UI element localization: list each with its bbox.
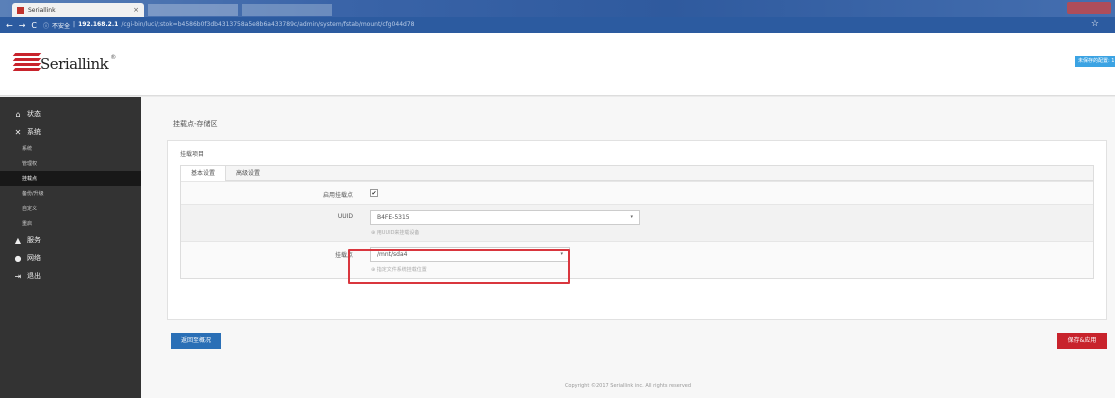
sidebar-item-label: 系统 — [27, 128, 41, 136]
sidebar-subitem-reboot[interactable]: 重启 — [0, 216, 141, 231]
footer-copyright: Copyright ©2017 Seriallink inc. All righ… — [564, 383, 692, 389]
browser-tab-inactive[interactable] — [242, 4, 332, 16]
tab-title: Seriallink — [28, 6, 56, 14]
page-title: 挂载点-存储区 — [173, 120, 218, 128]
logo: Seriallink ® — [12, 51, 117, 73]
form-row-uuid: UUID B4FE-5315 ▾ ⊕ 用UUID来挂载设备 — [181, 204, 1093, 241]
sidebar-item-status[interactable]: ⌂ 状态 — [0, 105, 141, 123]
sidebar-item-label: 服务 — [27, 236, 41, 244]
network-icon: ● — [14, 253, 22, 263]
sidebar-subitem-admin[interactable]: 管理权 — [0, 156, 141, 171]
uuid-select[interactable]: B4FE-5315 ▾ — [370, 210, 640, 225]
tools-icon: ✕ — [14, 127, 22, 137]
back-icon[interactable]: ← — [6, 21, 13, 30]
sidebar-item-label: 退出 — [27, 272, 41, 280]
sidebar-item-network[interactable]: ● 网络 — [0, 249, 141, 267]
sidebar-item-services[interactable]: ▲ 服务 — [0, 231, 141, 249]
enable-label: 启用挂载点 — [322, 192, 353, 199]
window-controls[interactable] — [1067, 2, 1111, 14]
sidebar-item-logout[interactable]: ⇥ 退出 — [0, 267, 141, 285]
mount-panel: 挂载项目 基本设置 高级设置 启用挂载点 ✔ UUID B4FE-5315 ▾ … — [167, 140, 1107, 320]
browser-tab[interactable]: Seriallink × — [12, 3, 144, 17]
uuid-hint: ⊕ 用UUID来挂载设备 — [371, 230, 420, 236]
settings-form: 启用挂载点 ✔ UUID B4FE-5315 ▾ ⊕ 用UUID来挂载设备 挂载… — [180, 181, 1094, 279]
info-icon[interactable]: ⓘ — [43, 21, 49, 30]
url-path: /cgi-bin/luci/;stok=b4586b0f3db4313758a5… — [121, 20, 415, 28]
sidebar-subitem-custom[interactable]: 自定义 — [0, 201, 141, 216]
form-row-enable: 启用挂载点 ✔ — [181, 181, 1093, 204]
sidebar: ⌂ 状态 ✕ 系统 系统 管理权 挂载点 备份/升级 自定义 重启 ▲ 服务 ●… — [0, 97, 141, 398]
logout-icon: ⇥ — [14, 271, 22, 281]
favicon-icon — [17, 6, 24, 14]
sidebar-item-label: 网络 — [27, 254, 41, 262]
sidebar-item-system[interactable]: ✕ 系统 — [0, 123, 141, 141]
address-bar: ← → C ⓘ 不安全 | 192.168.2.1/cgi-bin/luci/;… — [0, 17, 1115, 33]
url-field[interactable]: ⓘ 不安全 | 192.168.2.1/cgi-bin/luci/;stok=b… — [43, 21, 414, 30]
header: Seriallink ® 未保存的配置: 1 — [0, 33, 1115, 96]
logo-mark-icon — [12, 51, 42, 73]
back-to-overview-button[interactable]: 返回至概况 — [171, 333, 221, 349]
save-apply-button[interactable]: 保存&应用 — [1057, 333, 1107, 349]
unsaved-changes-badge[interactable]: 未保存的配置: 1 — [1075, 56, 1115, 67]
reload-icon[interactable]: C — [31, 21, 37, 30]
url-host: 192.168.2.1 — [78, 20, 119, 28]
sidebar-subitem-backup[interactable]: 备份/升级 — [0, 186, 141, 201]
tab-advanced-settings[interactable]: 高级设置 — [226, 166, 270, 181]
main-content: 挂载点-存储区 挂载项目 基本设置 高级设置 启用挂载点 ✔ UUID B4FE… — [141, 97, 1115, 398]
sidebar-subitem-mount[interactable]: 挂载点 — [0, 171, 141, 186]
logo-text: Seriallink — [40, 55, 109, 73]
browser-tab-inactive[interactable] — [148, 4, 238, 16]
sidebar-subitem-system[interactable]: 系统 — [0, 141, 141, 156]
tab-bar: 基本设置 高级设置 — [180, 165, 1094, 181]
url-separator: | — [73, 20, 76, 28]
insecure-label: 不安全 — [52, 22, 71, 30]
bookmark-star-icon[interactable]: ☆ — [1091, 19, 1099, 29]
section-title: 挂载项目 — [180, 151, 205, 158]
form-row-mount: 挂载点 /mnt/sda4 ▾ ⊕ 指定文件系统挂载位置 — [181, 241, 1093, 278]
annotation-highlight-box — [348, 249, 570, 284]
home-icon: ⌂ — [15, 109, 21, 119]
chevron-down-icon: ▾ — [630, 214, 633, 220]
uuid-value: B4FE-5315 — [377, 214, 410, 221]
browser-chrome: Seriallink × ← → C ⓘ 不安全 | 192.168.2.1/c… — [0, 0, 1115, 33]
uuid-label: UUID — [337, 213, 353, 220]
forward-icon[interactable]: → — [19, 21, 26, 30]
tab-basic-settings[interactable]: 基本设置 — [181, 166, 227, 181]
registered-mark: ® — [110, 54, 117, 61]
enable-checkbox[interactable]: ✔ — [370, 189, 378, 197]
service-icon: ▲ — [14, 235, 22, 245]
tab-close-icon[interactable]: × — [133, 6, 139, 14]
tab-strip: Seriallink × — [0, 0, 1115, 17]
sidebar-item-label: 状态 — [27, 110, 41, 118]
